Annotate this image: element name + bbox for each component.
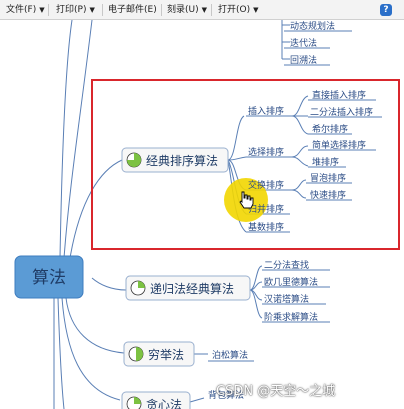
node-merge-sort[interactable]: 归并排序 bbox=[248, 203, 284, 215]
node-iteration[interactable]: 迭代法 bbox=[290, 37, 317, 49]
root-node-label: 算法 bbox=[32, 268, 66, 288]
node-backtracking[interactable]: 回溯法 bbox=[290, 54, 317, 66]
node-recursion[interactable]: 递归法经典算法 bbox=[125, 275, 251, 301]
node-exchange-sort[interactable]: 交换排序 bbox=[248, 179, 284, 191]
help-icon[interactable]: ? bbox=[380, 4, 392, 16]
node-greedy-label: 贪心法 bbox=[146, 397, 182, 409]
node-simple-selection[interactable]: 简单选择排序 bbox=[312, 139, 366, 151]
watermark: CSDN @天空～之城 bbox=[216, 384, 336, 399]
chevron-down-icon: ▼ bbox=[89, 6, 95, 14]
node-binary-search[interactable]: 二分法查找 bbox=[264, 259, 309, 271]
menu-burn-label: 刻录(U) bbox=[167, 5, 199, 15]
root-node[interactable]: 算法 bbox=[14, 255, 84, 299]
menubar: 文件(F) ▼ 打印(P) ▼ 电子邮件(E) 刻录(U) ▼ 打开(O) ▼ ? bbox=[0, 0, 404, 20]
mindmap-canvas: 算法 动态规划法 迭代法 回溯法 经典排序算法 插入排序 直接插入排序 二分法插… bbox=[14, 20, 400, 409]
chevron-down-icon: ▼ bbox=[253, 6, 259, 14]
node-hanoi[interactable]: 汉诺塔算法 bbox=[264, 293, 309, 305]
node-dynamic-programming[interactable]: 动态规划法 bbox=[290, 20, 335, 32]
node-radix-sort[interactable]: 基数排序 bbox=[248, 221, 284, 233]
menu-print-label: 打印(P) bbox=[56, 5, 87, 15]
node-bubble-sort[interactable]: 冒泡排序 bbox=[310, 172, 346, 184]
menu-email-label: 电子邮件(E) bbox=[108, 5, 157, 15]
menu-divider bbox=[48, 4, 49, 16]
node-binary-insertion[interactable]: 二分法插入排序 bbox=[310, 106, 373, 118]
menu-email[interactable]: 电子邮件(E) bbox=[108, 0, 157, 20]
node-insertion-sort[interactable]: 插入排序 bbox=[248, 105, 284, 117]
menu-file-label: 文件(F) bbox=[6, 5, 37, 15]
node-classic-sort[interactable]: 经典排序算法 bbox=[121, 147, 229, 173]
progress-pie-icon bbox=[126, 152, 142, 168]
menu-divider bbox=[161, 4, 162, 16]
menu-open[interactable]: 打开(O) ▼ bbox=[218, 0, 259, 20]
node-selection-sort[interactable]: 选择排序 bbox=[248, 146, 284, 158]
node-factorial[interactable]: 阶乘求解算法 bbox=[264, 311, 318, 323]
progress-pie-icon bbox=[126, 396, 142, 409]
menu-print[interactable]: 打印(P) ▼ bbox=[56, 0, 95, 20]
node-shell-sort[interactable]: 希尔排序 bbox=[312, 123, 348, 135]
chevron-down-icon: ▼ bbox=[39, 6, 45, 14]
node-heap-sort[interactable]: 堆排序 bbox=[312, 156, 339, 168]
node-enumeration-label: 穷举法 bbox=[148, 347, 184, 362]
chevron-down-icon: ▼ bbox=[201, 6, 208, 14]
node-quick-sort[interactable]: 快速排序 bbox=[310, 189, 346, 201]
node-poisson[interactable]: 泊松算法 bbox=[212, 349, 248, 361]
progress-pie-icon bbox=[130, 280, 146, 296]
menu-burn[interactable]: 刻录(U) ▼ bbox=[167, 0, 207, 20]
menu-divider bbox=[211, 4, 212, 16]
node-greedy[interactable]: 贪心法 bbox=[121, 391, 191, 409]
node-direct-insertion[interactable]: 直接插入排序 bbox=[312, 89, 366, 101]
menu-divider bbox=[102, 4, 103, 16]
node-euclid[interactable]: 欧几里德算法 bbox=[264, 276, 318, 288]
menu-open-label: 打开(O) bbox=[218, 5, 251, 15]
node-enumeration[interactable]: 穷举法 bbox=[123, 341, 195, 367]
menu-file[interactable]: 文件(F) ▼ bbox=[6, 0, 45, 20]
progress-pie-icon bbox=[128, 346, 144, 362]
node-classic-sort-label: 经典排序算法 bbox=[146, 153, 218, 168]
node-recursion-label: 递归法经典算法 bbox=[150, 281, 234, 296]
